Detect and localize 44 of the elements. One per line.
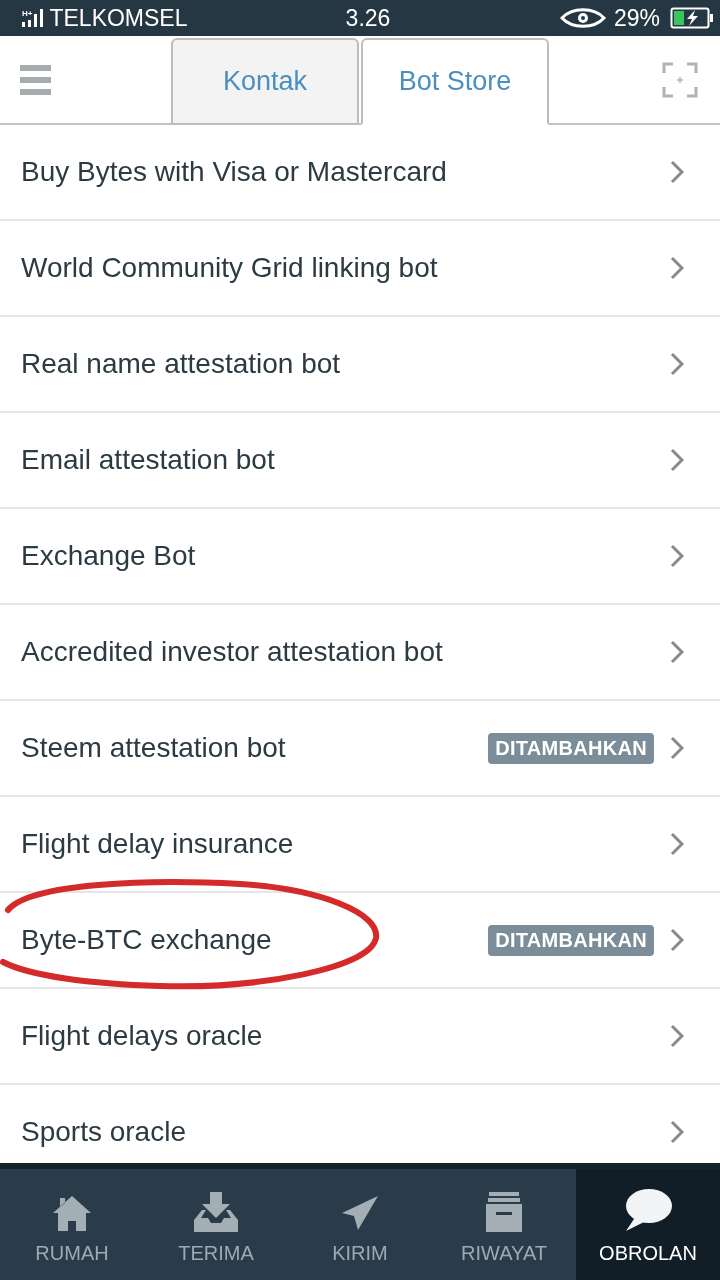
signal-icon bbox=[34, 9, 45, 27]
clock-time: 3.26 bbox=[345, 4, 391, 32]
bot-list-item[interactable]: Byte-BTC exchange DITAMBAHKAN bbox=[0, 893, 720, 989]
bot-list-item[interactable]: Flight delays oracle bbox=[0, 989, 720, 1085]
network-type: H+ bbox=[22, 9, 33, 18]
battery-icon bbox=[670, 7, 714, 29]
status-badge: DITAMBAHKAN bbox=[488, 732, 654, 764]
bot-list-item[interactable]: World Community Grid linking bot bbox=[0, 221, 720, 317]
eye-icon bbox=[559, 8, 606, 28]
battery-percent: 29% bbox=[613, 4, 660, 32]
paper-plane-icon bbox=[342, 1196, 378, 1232]
archive-box-icon bbox=[486, 1192, 522, 1232]
nav-tab[interactable]: RIWAYAT bbox=[432, 1169, 576, 1280]
nav-tab[interactable]: OBROLAN bbox=[576, 1169, 720, 1280]
bot-list-item[interactable]: Buy Bytes with Visa or Mastercard bbox=[0, 125, 720, 221]
tab[interactable]: Bot Store bbox=[361, 38, 549, 125]
nav-tab[interactable]: KIRIM bbox=[288, 1169, 432, 1280]
speech-bubble-icon bbox=[624, 1188, 672, 1232]
nav-tab[interactable]: RUMAH bbox=[0, 1169, 144, 1280]
nav-tab[interactable]: TERIMA bbox=[144, 1169, 288, 1280]
bot-list-item[interactable]: Exchange Bot bbox=[0, 509, 720, 605]
frame-corners-icon[interactable] bbox=[662, 61, 698, 98]
chevron-right-icon bbox=[670, 640, 684, 664]
menu-icon[interactable] bbox=[20, 64, 51, 95]
chevron-right-icon bbox=[670, 544, 684, 568]
download-tray-icon bbox=[192, 1192, 240, 1232]
status-badge: DITAMBAHKAN bbox=[488, 924, 654, 956]
signal-icon bbox=[22, 18, 32, 27]
chevron-right-icon bbox=[670, 736, 684, 760]
chevron-right-icon bbox=[670, 352, 684, 376]
chevron-right-icon bbox=[670, 1120, 684, 1144]
chevron-right-icon bbox=[670, 448, 684, 472]
chevron-right-icon bbox=[670, 1024, 684, 1048]
chevron-right-icon bbox=[670, 256, 684, 280]
bot-list-item[interactable]: Real name attestation bot bbox=[0, 317, 720, 413]
chevron-right-icon bbox=[670, 928, 684, 952]
bot-list-item[interactable]: Email attestation bot bbox=[0, 413, 720, 509]
chevron-right-icon bbox=[670, 160, 684, 184]
house-icon bbox=[52, 1194, 92, 1232]
bot-list-item[interactable]: Accredited investor attestation bot bbox=[0, 605, 720, 701]
bot-list-item[interactable]: Flight delay insurance bbox=[0, 797, 720, 893]
chevron-right-icon bbox=[670, 832, 684, 856]
bot-list-item[interactable]: Steem attestation bot DITAMBAHKAN bbox=[0, 701, 720, 797]
carrier-name: TELKOMSEL bbox=[49, 4, 188, 32]
